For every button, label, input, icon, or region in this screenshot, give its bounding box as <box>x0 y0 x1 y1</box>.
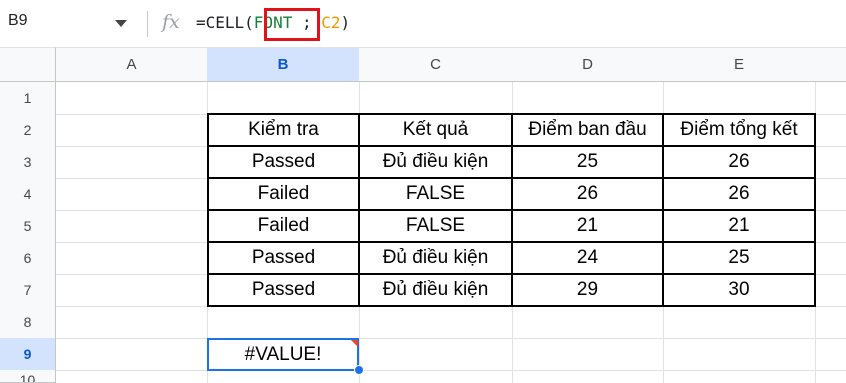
table-border <box>814 113 816 307</box>
table-cell[interactable]: Passed <box>209 275 358 305</box>
table-cell[interactable]: Đủ điều kiện <box>360 275 511 305</box>
table-cell[interactable]: 29 <box>513 275 662 305</box>
select-all-corner[interactable] <box>0 47 56 82</box>
table-cell[interactable]: 25 <box>513 147 662 177</box>
row-header-2[interactable]: 2 <box>0 114 56 147</box>
table-cell[interactable]: 21 <box>513 211 662 241</box>
active-cell-selection[interactable] <box>207 338 359 371</box>
grid-line <box>56 338 846 339</box>
table-cell[interactable]: Failed <box>209 211 358 241</box>
fill-handle[interactable] <box>354 365 364 375</box>
table-header-cell[interactable]: Kết quả <box>360 115 511 145</box>
table-cell[interactable]: 21 <box>664 211 814 241</box>
formula-bar-divider <box>147 11 148 37</box>
table-cell[interactable]: Passed <box>209 243 358 273</box>
chevron-down-icon[interactable] <box>115 20 127 27</box>
column-header-e[interactable]: E <box>663 47 816 82</box>
row-header-5[interactable]: 5 <box>0 210 56 243</box>
row-header-7[interactable]: 7 <box>0 274 56 307</box>
table-cell[interactable]: Passed <box>209 147 358 177</box>
column-header-d[interactable]: D <box>512 47 664 82</box>
table-header-cell[interactable]: Kiểm tra <box>209 115 358 145</box>
table-cell[interactable]: 26 <box>513 179 662 209</box>
table-cell[interactable]: FALSE <box>360 211 511 241</box>
column-header-f[interactable] <box>815 47 846 82</box>
error-indicator-icon[interactable] <box>351 340 358 347</box>
highlight-box <box>264 8 320 41</box>
row-header-9[interactable]: 9 <box>0 338 56 371</box>
grid-line <box>56 370 846 371</box>
row-header-1[interactable]: 1 <box>0 82 56 115</box>
formula-suffix: ) <box>340 13 351 32</box>
table-header-cell[interactable]: Điểm ban đầu <box>513 115 662 145</box>
row-header-10[interactable]: 10 <box>0 370 56 383</box>
cell-reference[interactable]: B9 <box>8 12 28 30</box>
table-cell[interactable]: 26 <box>664 179 814 209</box>
name-box[interactable]: B9 <box>0 0 140 47</box>
column-header-b[interactable]: B <box>207 47 360 82</box>
row-header-4[interactable]: 4 <box>0 178 56 211</box>
formula-prefix: =CELL( <box>196 13 254 32</box>
table-cell[interactable]: Đủ điều kiện <box>360 147 511 177</box>
table-cell[interactable]: Failed <box>209 179 358 209</box>
table-cell[interactable]: 24 <box>513 243 662 273</box>
row-header-8[interactable]: 8 <box>0 306 56 339</box>
row-header-3[interactable]: 3 <box>0 146 56 179</box>
column-header-c[interactable]: C <box>359 47 513 82</box>
table-cell[interactable]: 26 <box>664 147 814 177</box>
table-cell[interactable]: FALSE <box>360 179 511 209</box>
function-icon: fx <box>162 11 180 33</box>
table-cell[interactable]: 30 <box>664 275 814 305</box>
column-header-a[interactable]: A <box>56 47 208 82</box>
formula-arg-reference: C2 <box>321 13 341 32</box>
formula-bar: B9 fx =CELL(FONT ; C2) <box>0 0 846 47</box>
table-cell[interactable]: 25 <box>664 243 814 273</box>
row-header-6[interactable]: 6 <box>0 242 56 275</box>
table-cell[interactable]: Đủ điều kiện <box>360 243 511 273</box>
table-header-cell[interactable]: Điểm tổng kết <box>664 115 814 145</box>
